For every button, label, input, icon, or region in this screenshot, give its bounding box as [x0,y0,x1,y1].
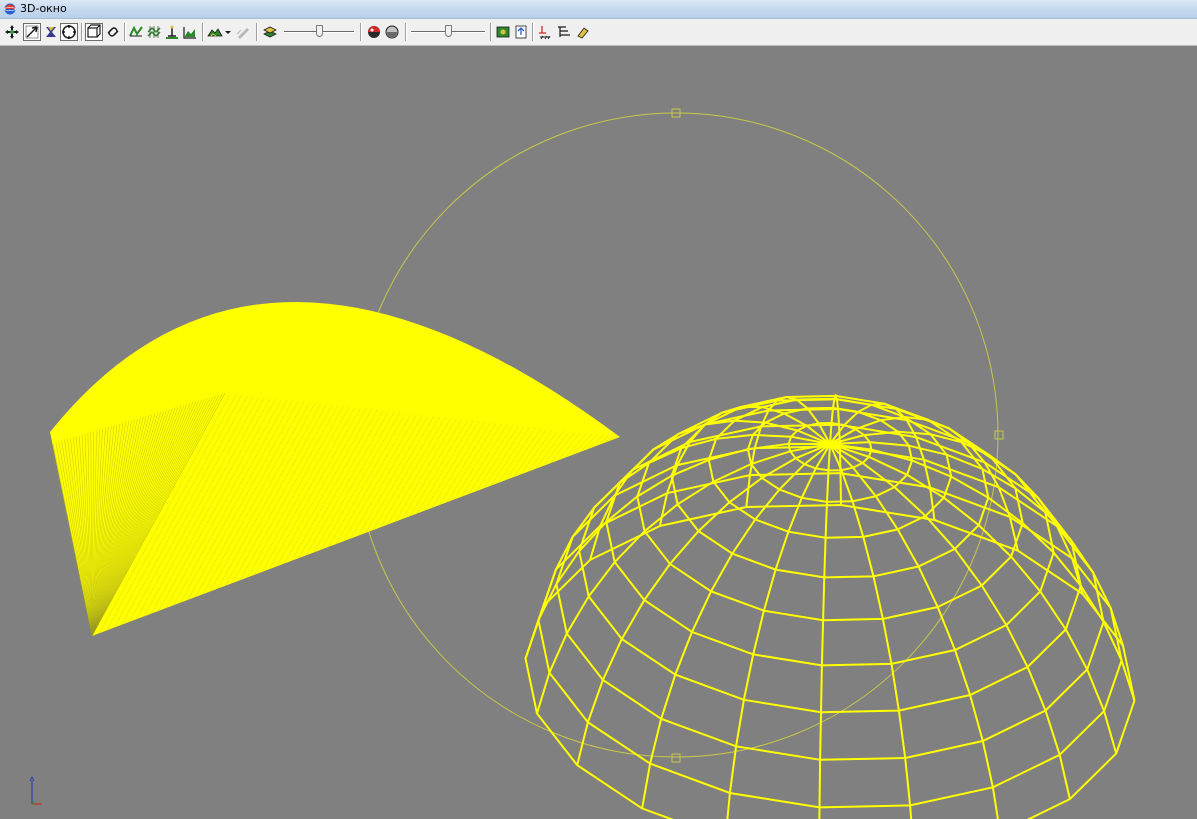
dome-ring [537,472,1123,809]
surface-tool-icon [129,25,143,37]
3d-viewport[interactable] [0,46,1197,819]
surface-grid-button[interactable] [146,24,162,40]
link-icon [107,27,119,37]
shade-sphere-icon [385,25,399,39]
select-button[interactable] [23,23,41,41]
axis-indicator [29,776,42,805]
toolbar-separator [256,23,258,41]
surface-fill [50,302,620,636]
anchor-button[interactable] [164,24,180,40]
toolbar-separator [202,23,204,41]
transparency-slider[interactable] [411,24,485,40]
toolbar-separator [405,23,407,41]
chevron-down-icon [225,31,231,34]
dome-meridian [576,443,831,766]
pan-button[interactable] [4,24,20,40]
transparency-slider-thumb[interactable] [444,25,452,37]
photo-icon [496,26,510,38]
terrain-icon [207,28,223,37]
dome-meridian [829,443,913,819]
3d-scene[interactable] [0,46,1197,819]
wireframe-dome-object[interactable] [524,393,1136,819]
terrain-button[interactable] [207,24,223,40]
zoom-slider-thumb[interactable] [315,25,323,37]
toolbar-separator [490,23,492,41]
toolbar-separator [124,23,126,41]
dome-ring [524,503,1136,819]
rotate-icon [46,27,56,37]
layer-button[interactable] [262,24,278,40]
gizmo-handle-right[interactable] [994,430,1004,440]
link-button[interactable] [105,24,121,40]
view-box-button[interactable] [85,23,103,41]
draw-disabled-icon [236,28,249,39]
pan-icon [5,25,19,39]
dome-meridian [536,443,831,714]
tree-list-icon [558,26,570,37]
toolbar-separator [360,23,362,41]
export-icon [515,25,527,39]
draw-button[interactable] [235,24,251,40]
axes-xyz-icon [539,26,551,40]
surface-grid-icon [147,26,161,38]
shade-sphere-button[interactable] [384,24,400,40]
light-sphere-button[interactable] [366,24,382,40]
select-arrow-icon [25,25,39,39]
eraser-button[interactable] [575,24,591,40]
axes-button[interactable] [537,24,553,40]
profile-icon [183,27,196,39]
layer-icon [263,26,277,38]
photo-button[interactable] [495,24,511,40]
light-sphere-icon [368,26,380,38]
profile-button[interactable] [182,24,198,40]
zoom-slider[interactable] [284,24,354,40]
export-button[interactable] [513,24,529,40]
toolbar-separator [532,23,534,41]
anchor-icon [166,25,178,39]
orbit-button[interactable] [60,23,78,41]
window-titlebar[interactable]: 3D-окно [0,0,1197,19]
surface-tool-button[interactable] [128,24,144,40]
view-box-icon [87,24,101,38]
terrain-dropdown-button[interactable] [224,24,232,40]
rotate-button[interactable] [43,24,59,40]
orbit-icon [62,25,76,39]
yellow-surface-object[interactable] [49,302,621,637]
toolbar [0,19,1197,46]
tree-list-button[interactable] [556,24,572,40]
gizmo-handle-bottom[interactable] [671,753,681,763]
globe-app-icon [4,3,16,15]
window-title: 3D-окно [20,2,67,15]
eraser-icon [577,27,589,39]
toolbar-separator [81,23,83,41]
